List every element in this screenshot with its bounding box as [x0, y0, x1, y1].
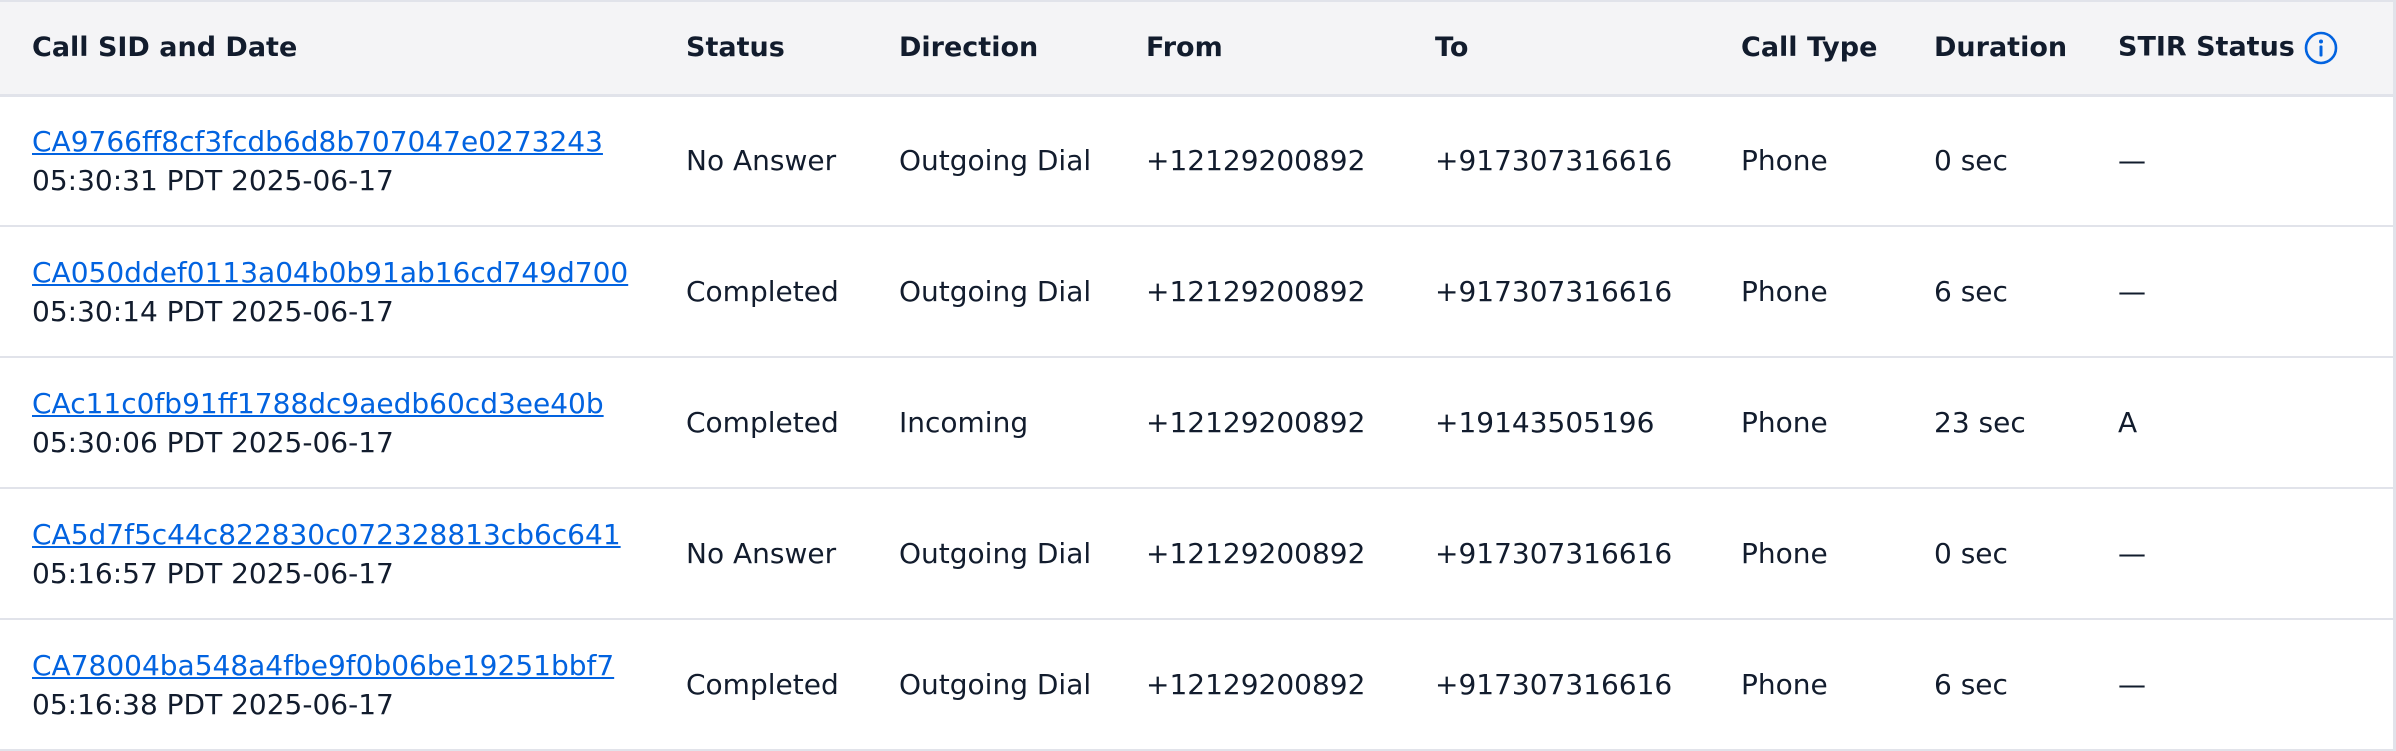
table-row: CAc11c0fb91ff1788dc9aedb60cd3ee40b 05:30…: [0, 357, 2396, 488]
call-sid-link[interactable]: CA5d7f5c44c822830c072328813cb6c641: [32, 515, 686, 555]
direction-cell: Outgoing Dial: [899, 144, 1092, 178]
column-header-from: From: [1146, 0, 1435, 97]
duration-cell: 6 sec: [1934, 275, 2008, 308]
column-header-direction: Direction: [899, 0, 1146, 97]
duration-cell: 0 sec: [1934, 144, 2008, 178]
call-sid-link[interactable]: CA050ddef0113a04b0b91ab16cd749d700: [32, 253, 686, 293]
sid-cell: CA9766ff8cf3fcdb6d8b707047e0273243 05:30…: [0, 95, 686, 226]
call-logs-table-container: Call SID and Date Status Direction From …: [0, 0, 2396, 750]
stir-status-cell: —: [2118, 668, 2146, 701]
to-cell: +917307316616: [1435, 537, 1673, 570]
call-sid-link[interactable]: CA78004ba548a4fbe9f0b06be19251bbf7: [32, 646, 686, 686]
call-type-cell: Phone: [1741, 144, 1828, 178]
to-cell: +917307316616: [1435, 668, 1673, 701]
column-header-call-type: Call Type: [1741, 0, 1934, 97]
sid-cell: CA5d7f5c44c822830c072328813cb6c641 05:16…: [0, 488, 686, 619]
table-row: CA050ddef0113a04b0b91ab16cd749d700 05:30…: [0, 226, 2396, 357]
call-type-cell: Phone: [1741, 406, 1828, 439]
from-cell: +12129200892: [1146, 275, 1366, 308]
duration-cell: 6 sec: [1934, 668, 2008, 701]
table-row: CA9766ff8cf3fcdb6d8b707047e0273243 05:30…: [0, 95, 2396, 226]
sid-cell: CAc11c0fb91ff1788dc9aedb60cd3ee40b 05:30…: [0, 357, 686, 488]
duration-cell: 0 sec: [1934, 537, 2008, 570]
status-cell: No Answer: [686, 144, 837, 178]
stir-status-cell: —: [2118, 537, 2146, 570]
status-cell: Completed: [686, 275, 839, 308]
direction-cell: Outgoing Dial: [899, 668, 1092, 701]
stir-status-cell: A: [2118, 406, 2138, 439]
column-header-status: Status: [686, 0, 899, 97]
call-logs-table: Call SID and Date Status Direction From …: [0, 0, 2396, 751]
call-type-cell: Phone: [1741, 668, 1828, 701]
call-date: 05:30:14 PDT 2025-06-17: [32, 294, 394, 328]
direction-cell: Outgoing Dial: [899, 537, 1092, 570]
table-body: CA9766ff8cf3fcdb6d8b707047e0273243 05:30…: [0, 95, 2396, 750]
column-header-to: To: [1435, 0, 1741, 97]
from-cell: +12129200892: [1146, 144, 1366, 178]
to-cell: +917307316616: [1435, 275, 1673, 308]
status-cell: Completed: [686, 668, 839, 701]
status-cell: No Answer: [686, 537, 837, 570]
call-sid-link[interactable]: CAc11c0fb91ff1788dc9aedb60cd3ee40b: [32, 384, 686, 424]
call-date: 05:30:06 PDT 2025-06-17: [32, 425, 394, 459]
stir-status-label: STIR Status: [2118, 31, 2295, 63]
header-row: Call SID and Date Status Direction From …: [0, 0, 2396, 97]
table-header: Call SID and Date Status Direction From …: [0, 0, 2396, 97]
direction-cell: Outgoing Dial: [899, 275, 1092, 308]
column-header-sid: Call SID and Date: [0, 0, 686, 97]
table-row: CA78004ba548a4fbe9f0b06be19251bbf7 05:16…: [0, 619, 2396, 750]
table-row: CA5d7f5c44c822830c072328813cb6c641 05:16…: [0, 488, 2396, 619]
call-sid-link[interactable]: CA9766ff8cf3fcdb6d8b707047e0273243: [32, 122, 686, 162]
from-cell: +12129200892: [1146, 406, 1366, 439]
info-icon[interactable]: [2303, 30, 2339, 66]
call-type-cell: Phone: [1741, 537, 1828, 570]
sid-cell: CA050ddef0113a04b0b91ab16cd749d700 05:30…: [0, 226, 686, 357]
stir-status-cell: —: [2118, 144, 2146, 178]
from-cell: +12129200892: [1146, 668, 1366, 701]
from-cell: +12129200892: [1146, 537, 1366, 570]
to-cell: +917307316616: [1435, 144, 1673, 178]
to-cell: +19143505196: [1435, 406, 1655, 439]
duration-cell: 23 sec: [1934, 406, 2026, 439]
column-header-duration: Duration: [1934, 0, 2118, 97]
stir-status-cell: —: [2118, 275, 2146, 308]
direction-cell: Incoming: [899, 406, 1029, 439]
call-date: 05:30:31 PDT 2025-06-17: [32, 163, 394, 197]
call-type-cell: Phone: [1741, 275, 1828, 308]
sid-cell: CA78004ba548a4fbe9f0b06be19251bbf7 05:16…: [0, 619, 686, 750]
status-cell: Completed: [686, 406, 839, 439]
column-header-stir: STIR Status: [2118, 0, 2396, 97]
call-date: 05:16:57 PDT 2025-06-17: [32, 556, 394, 590]
call-date: 05:16:38 PDT 2025-06-17: [32, 687, 394, 721]
